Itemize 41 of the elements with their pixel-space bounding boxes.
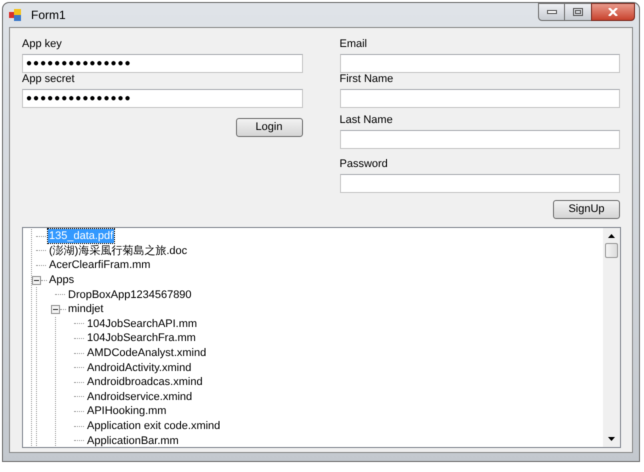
close-icon xyxy=(608,8,618,16)
collapse-icon[interactable] xyxy=(32,276,41,285)
collapse-icon[interactable] xyxy=(51,304,60,314)
minimize-button[interactable] xyxy=(538,3,565,21)
tree-item[interactable]: AMDCodeAnalyst.xmind xyxy=(86,346,208,360)
field-label: Password xyxy=(340,158,389,171)
input-field[interactable] xyxy=(340,89,620,108)
tree-item[interactable]: (澎湖)海采風行菊島之旅.doc xyxy=(48,244,188,258)
tree-item[interactable]: Apps xyxy=(48,273,76,288)
tree-item[interactable]: Androidservice.xmind xyxy=(86,390,194,404)
tree-item[interactable]: mindjet xyxy=(67,302,104,316)
field-label: Last Name xyxy=(340,114,394,127)
field-label: First Name xyxy=(340,73,394,86)
scroll-up-icon xyxy=(608,234,615,238)
tree-item[interactable]: Application exit code.xmind xyxy=(86,419,222,434)
field-label: App key xyxy=(22,38,63,51)
field-label: App secret xyxy=(22,73,76,86)
app-icon xyxy=(9,8,23,22)
signup-button[interactable]: SignUp xyxy=(553,200,620,219)
input-field[interactable] xyxy=(340,54,620,73)
tree-item[interactable]: 104JobSearchFra.mm xyxy=(86,331,197,346)
input-field[interactable] xyxy=(340,130,620,149)
field-label: Email xyxy=(340,38,368,51)
tree-item[interactable]: AndroidActivity.xmind xyxy=(86,360,192,375)
close-button[interactable] xyxy=(591,3,635,21)
window-title: Form1 xyxy=(31,7,66,24)
input-field[interactable] xyxy=(340,174,620,193)
maximize-button[interactable] xyxy=(565,3,591,21)
tree-item[interactable]: Androidbroadcas.xmind xyxy=(86,375,204,390)
tree-item[interactable]: AcerClearfiFram.mm xyxy=(48,258,152,272)
maximize-icon xyxy=(573,8,583,16)
minimize-icon xyxy=(546,10,556,14)
tree-item[interactable]: APIHooking.mm xyxy=(86,404,168,418)
input-field[interactable]: ●●●●●●●●●●●●●●● xyxy=(22,89,302,108)
scroll-thumb[interactable] xyxy=(605,243,618,258)
input-field[interactable]: ●●●●●●●●●●●●●●● xyxy=(22,54,302,73)
tree-item[interactable]: ApplicationBar.mm xyxy=(86,434,180,447)
tree-item[interactable]: 104JobSearchAPI.mm xyxy=(86,316,198,331)
login-button[interactable]: Login xyxy=(236,118,302,137)
scroll-down-icon xyxy=(608,437,615,441)
tree-item[interactable]: DropBoxApp1234567890 xyxy=(67,288,193,302)
